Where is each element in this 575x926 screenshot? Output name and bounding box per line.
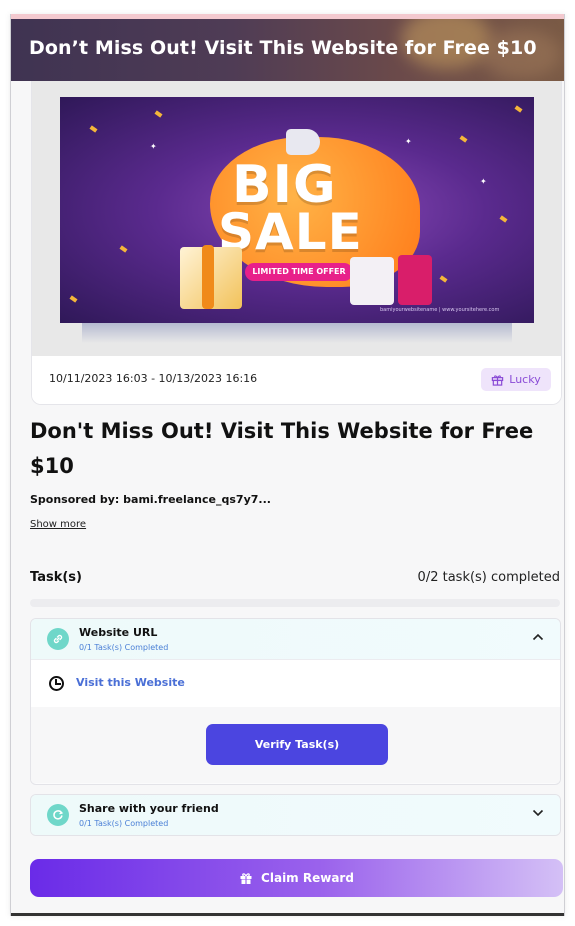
tasks-label: Task(s) [30, 570, 82, 585]
task-title: Website URL [79, 626, 158, 639]
sparkle-icon: ✦ [405, 137, 412, 146]
sparkle-icon: ✦ [480, 177, 487, 186]
verify-area: Verify Task(s) [31, 707, 560, 783]
confetti [154, 110, 163, 118]
show-more-link[interactable]: Show more [30, 519, 86, 530]
tasks-count: 0/2 task(s) completed [417, 570, 560, 585]
task-panel-header[interactable]: Share with your friend 0/1 Task(s) Compl… [31, 795, 560, 835]
gift-icon [240, 873, 252, 884]
task-progress-text: 0/1 Task(s) Completed [79, 819, 169, 828]
clock-icon [49, 676, 64, 691]
confetti [499, 215, 508, 223]
confetti [89, 125, 98, 133]
chevron-down-icon[interactable] [532, 806, 544, 820]
banner-fine-print: bamiyourwebsitename | www.yoursitehere.c… [380, 307, 500, 313]
campaign-title: Don't Miss Out! Visit This Website for F… [30, 419, 534, 478]
visit-website-row: Visit this Website [31, 659, 560, 707]
share-icon [47, 804, 69, 826]
confetti [69, 295, 78, 303]
page-header: Don’t Miss Out! Visit This Website for F… [11, 19, 564, 81]
confetti [439, 275, 448, 283]
banner-shadow [82, 321, 512, 343]
task-panel-header[interactable]: Website URL 0/1 Task(s) Completed [31, 619, 560, 659]
banner-offer-pill: LIMITED TIME OFFER [245, 263, 353, 281]
claim-reward-button[interactable]: Claim Reward [30, 859, 563, 897]
link-icon [47, 628, 69, 650]
chevron-up-icon[interactable] [532, 630, 544, 644]
verify-tasks-button[interactable]: Verify Task(s) [206, 724, 388, 765]
date-range: 10/11/2023 16:03 - 10/13/2023 16:16 [49, 372, 258, 385]
gift-icon [492, 375, 504, 386]
confetti [459, 135, 468, 143]
task-panel-website: Website URL 0/1 Task(s) Completed Visit … [30, 618, 561, 785]
banner-image: BIG SALE LIMITED TIME OFFER ✦ ✦ ✦ bamiyo… [60, 97, 534, 323]
gift-ribbon-icon [202, 245, 214, 309]
header-title: Don’t Miss Out! Visit This Website for F… [29, 37, 537, 59]
campaign-card: BIG SALE LIMITED TIME OFFER ✦ ✦ ✦ bamiyo… [31, 81, 562, 405]
lucky-badge-label: Lucky [509, 373, 541, 386]
bottom-bar [11, 913, 564, 916]
tasks-progress-bar [30, 599, 560, 607]
shopping-bag-icon [350, 257, 394, 305]
shopping-bag-icon [398, 255, 432, 305]
task-progress-text: 0/1 Task(s) Completed [79, 643, 169, 652]
date-row: 10/11/2023 16:03 - 10/13/2023 16:16 Luck… [32, 356, 561, 404]
visit-website-link[interactable]: Visit this Website [76, 676, 185, 689]
page-frame: Don’t Miss Out! Visit This Website for F… [10, 14, 565, 916]
confetti [119, 245, 128, 253]
task-panel-share[interactable]: Share with your friend 0/1 Task(s) Compl… [30, 794, 561, 836]
lucky-badge: Lucky [481, 368, 551, 391]
sparkle-icon: ✦ [150, 142, 157, 151]
sponsor-text: Sponsored by: bami.freelance_qs7y7... [30, 493, 271, 506]
task-title: Share with your friend [79, 802, 219, 815]
confetti [514, 105, 523, 113]
megaphone-icon [286, 129, 320, 155]
claim-reward-label: Claim Reward [261, 871, 354, 885]
banner-area: BIG SALE LIMITED TIME OFFER ✦ ✦ ✦ bamiyo… [32, 81, 561, 356]
